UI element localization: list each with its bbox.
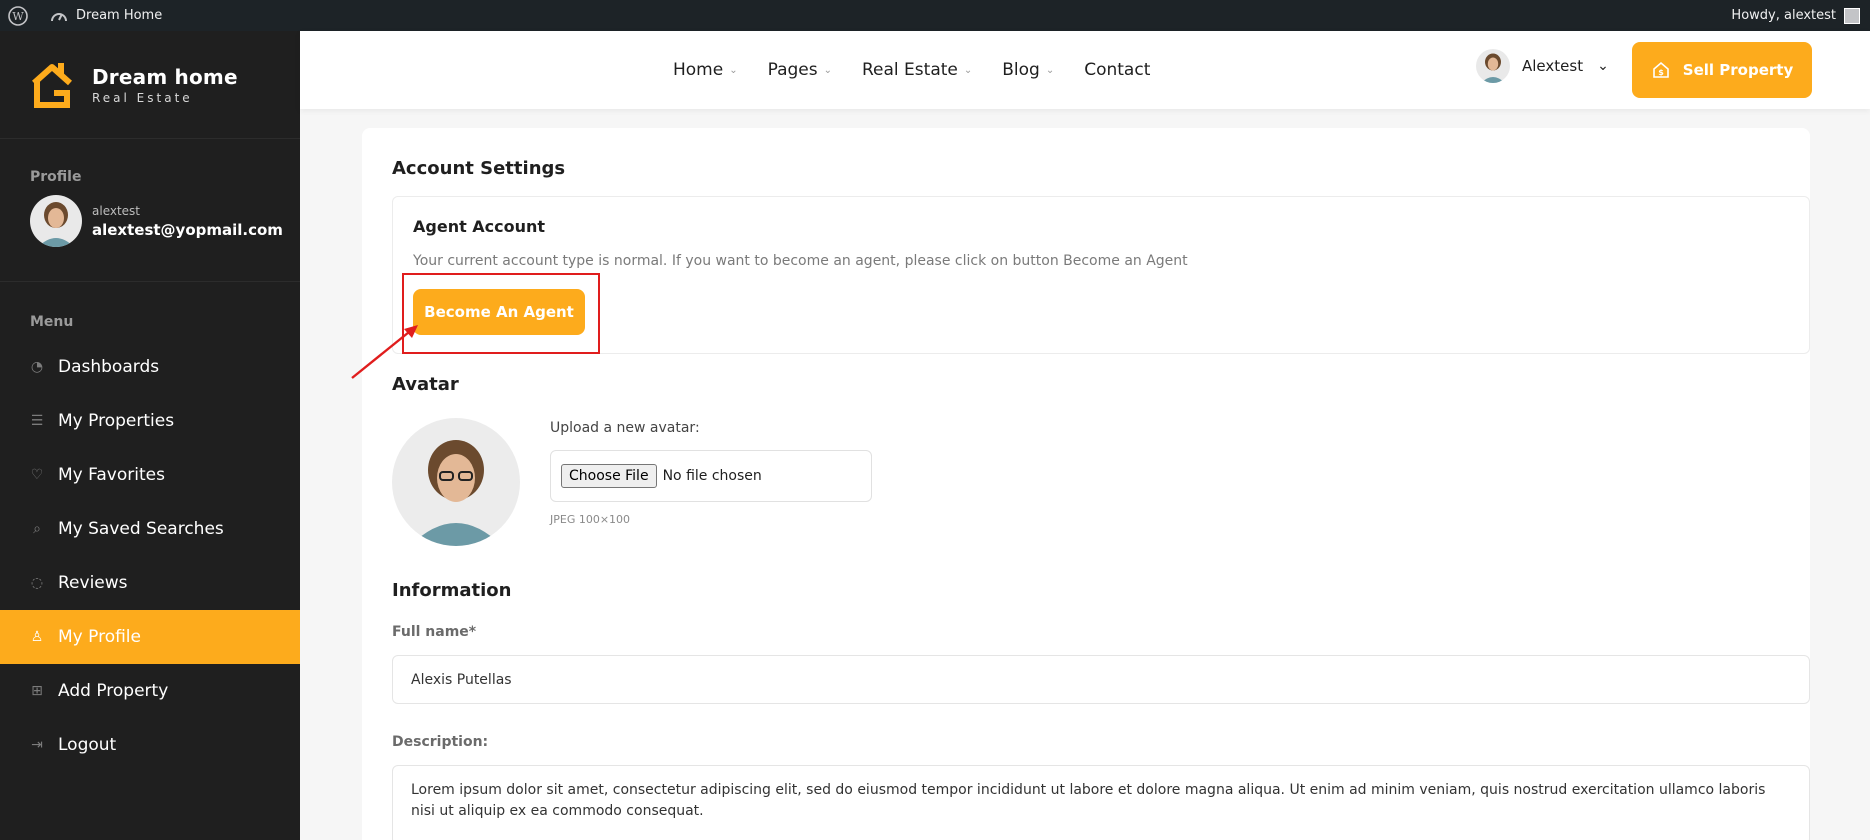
choose-file-button[interactable]: Choose File xyxy=(561,464,657,488)
sidebar-item-label: Logout xyxy=(58,735,117,755)
chevron-down-icon: ⌄ xyxy=(1597,58,1609,74)
nav-item-label: Blog xyxy=(1002,60,1040,80)
admin-bar-account[interactable]: Howdy, alextest xyxy=(1731,0,1860,31)
sidebar-item-add-property[interactable]: ⊞ Add Property xyxy=(0,664,300,718)
nav-item-real-estate[interactable]: Real Estate ⌄ xyxy=(862,60,972,80)
nav-item-label: Home xyxy=(673,60,724,80)
sidebar-item-label: My Favorites xyxy=(58,465,165,485)
nav-item-pages[interactable]: Pages ⌄ xyxy=(768,60,832,80)
nav-item-contact[interactable]: Contact xyxy=(1084,60,1150,80)
dashboard-gauge-icon xyxy=(51,12,67,21)
sell-property-label: Sell Property xyxy=(1682,61,1794,79)
sidebar-item-label: My Properties xyxy=(58,411,175,431)
admin-bar: W Dream Home Howdy, alextest xyxy=(0,0,1870,31)
sidebar-item-logout[interactable]: ⇥ Logout xyxy=(0,718,300,772)
nav-item-label: Pages xyxy=(767,60,818,80)
menu-heading: Menu xyxy=(30,314,74,330)
avatar xyxy=(30,195,82,247)
sidebar-item-label: My Saved Searches xyxy=(58,519,224,539)
howdy-text: Howdy, alextest xyxy=(1731,8,1836,23)
avatar xyxy=(1476,49,1510,83)
avatar-file-input[interactable]: Choose File No file chosen xyxy=(550,450,872,502)
admin-bar-site-link[interactable]: Dream Home xyxy=(50,8,162,24)
page-title: Account Settings xyxy=(392,158,566,179)
admin-bar-site-title: Dream Home xyxy=(76,8,163,23)
brand-tagline: Real Estate xyxy=(92,90,193,105)
agent-account-section: Agent Account Your current account type … xyxy=(392,196,1810,354)
sidebar-item-dashboards[interactable]: ◔ Dashboards xyxy=(0,340,300,394)
sell-property-button[interactable]: $ Sell Property xyxy=(1632,42,1812,98)
admin-bar-avatar xyxy=(1844,7,1860,24)
top-header: Home ⌄ Pages ⌄ Real Estate ⌄ Blog ⌄ Cont… xyxy=(300,31,1870,109)
nav-item-blog[interactable]: Blog ⌄ xyxy=(1002,60,1054,80)
house-logo-icon xyxy=(32,62,72,108)
full-name-label: Full name* xyxy=(392,624,477,640)
sidebar-item-my-favorites[interactable]: ♡ My Favorites xyxy=(0,448,300,502)
description-label: Description: xyxy=(392,734,489,750)
brand[interactable]: Dream home Real Estate xyxy=(0,31,300,139)
brand-name: Dream home xyxy=(92,64,238,89)
avatar xyxy=(392,418,520,546)
user-icon: ♙ xyxy=(30,629,44,645)
chat-icon: ◌ xyxy=(30,575,44,591)
heart-icon: ♡ xyxy=(30,467,44,483)
annotation-arrow-icon xyxy=(351,325,418,379)
sidebar-item-label: Dashboards xyxy=(58,357,160,377)
agent-account-description: Your current account type is normal. If … xyxy=(413,253,1188,269)
upload-avatar-label: Upload a new avatar: xyxy=(550,420,700,436)
nav-item-home[interactable]: Home ⌄ xyxy=(673,60,738,80)
search-icon: ⌕ xyxy=(33,521,41,537)
sidebar-profile: Profile alextest alextest@yopmail.com xyxy=(0,139,300,282)
wordpress-logo-icon[interactable]: W xyxy=(8,5,28,26)
account-settings-card: Account Settings Agent Account Your curr… xyxy=(362,128,1810,840)
description-textarea[interactable]: Lorem ipsum dolor sit amet, consectetur … xyxy=(392,765,1810,840)
sidebar-item-my-saved-searches[interactable]: ⌕ My Saved Searches xyxy=(0,502,300,556)
plus-square-icon: ⊞ xyxy=(31,683,43,699)
avatar-hint: JPEG 100×100 xyxy=(550,513,631,526)
profile-username: alextest xyxy=(92,203,141,218)
house-icon: $ xyxy=(1652,61,1669,78)
sidebar-item-label: Add Property xyxy=(58,681,169,701)
sidebar-item-my-profile[interactable]: ♙ My Profile xyxy=(0,610,300,664)
sidebar-item-my-properties[interactable]: ☰ My Properties xyxy=(0,394,300,448)
svg-text:$: $ xyxy=(1658,68,1664,77)
sidebar-item-label: My Profile xyxy=(58,627,141,647)
nav-item-label: Real Estate xyxy=(862,60,958,80)
list-icon: ☰ xyxy=(30,413,44,429)
file-status: No file chosen xyxy=(662,468,762,484)
user-menu[interactable]: Alextest ⌄ xyxy=(1476,49,1609,83)
chevron-down-icon: ⌄ xyxy=(1045,64,1055,76)
chevron-down-icon: ⌄ xyxy=(823,64,832,76)
full-name-input[interactable]: Alexis Putellas xyxy=(392,655,1810,704)
agent-account-title: Agent Account xyxy=(413,217,546,236)
profile-email: alextest@yopmail.com xyxy=(92,220,283,239)
dashboard-icon: ◔ xyxy=(30,359,44,375)
profile-heading: Profile xyxy=(30,169,82,185)
chevron-down-icon: ⌄ xyxy=(963,64,973,76)
sidebar-menu: ◔ Dashboards ☰ My Properties ♡ My Favori… xyxy=(0,340,300,772)
main-nav: Home ⌄ Pages ⌄ Real Estate ⌄ Blog ⌄ Cont… xyxy=(673,31,1180,109)
logout-icon: ⇥ xyxy=(31,737,43,753)
user-name: Alextest xyxy=(1522,57,1584,75)
chevron-down-icon: ⌄ xyxy=(729,64,738,76)
sidebar-item-label: Reviews xyxy=(58,573,128,593)
sidebar-item-reviews[interactable]: ◌ Reviews xyxy=(0,556,300,610)
information-section-title: Information xyxy=(392,580,512,601)
nav-item-label: Contact xyxy=(1084,60,1151,80)
svg-text:W: W xyxy=(12,10,24,23)
annotation-highlight-box xyxy=(402,273,600,354)
sidebar: Dream home Real Estate Profile alextest … xyxy=(0,31,300,840)
